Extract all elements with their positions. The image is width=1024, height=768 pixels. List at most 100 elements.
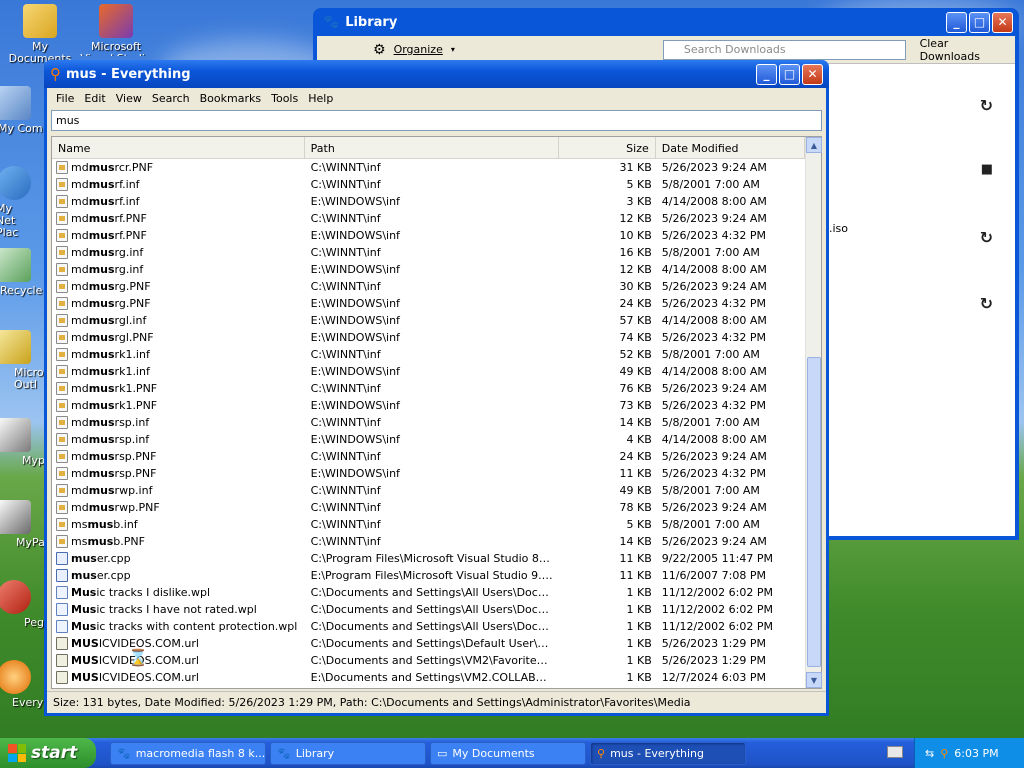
cell-path: E:\WINDOWS\inf xyxy=(310,195,400,208)
scroll-down-button[interactable]: ▼ xyxy=(806,672,822,688)
retry-icon[interactable]: ↻ xyxy=(980,228,993,247)
file-name-suffix: rf.inf xyxy=(114,178,140,191)
table-row[interactable]: mdmusrf.PNF E:\WINDOWS\inf 10 KB 5/26/2023 … xyxy=(52,227,805,244)
table-row[interactable]: mdmusrsp.inf C:\WINNT\inf 14 KB 5/8/2001 7:… xyxy=(52,414,805,431)
menu-tools[interactable]: Tools xyxy=(266,92,303,105)
table-row[interactable]: msmusb.inf C:\WINNT\inf 5 KB 5/8/2001 7:00 … xyxy=(52,516,805,533)
table-row[interactable]: muser.cpp C:\Program Files\Microsoft Visu… xyxy=(52,550,805,567)
table-row[interactable]: mdmusrgl.inf E:\WINDOWS\inf 57 KB 4/14/2008… xyxy=(52,312,805,329)
recycle-bin-icon xyxy=(0,248,31,282)
cell-path: C:\WINNT\inf xyxy=(310,535,381,548)
column-header-path[interactable]: Path xyxy=(305,137,560,158)
everything-titlebar[interactable]: ⚲ mus - Everything _ □ ✕ xyxy=(44,60,829,88)
table-row[interactable]: mdmusrsp.PNF C:\WINNT\inf 24 KB 5/26/2023 9… xyxy=(52,448,805,465)
cell-name: msmusb.inf xyxy=(52,518,305,531)
cell-path: C:\WINNT\inf xyxy=(310,382,381,395)
keyboard-icon[interactable] xyxy=(887,746,903,758)
everything-window[interactable]: ⚲ mus - Everything _ □ ✕ File Edit View … xyxy=(44,60,829,716)
file-name: mdmusrk1.PNF xyxy=(71,382,157,395)
table-row[interactable]: mdmusrk1.PNF E:\WINDOWS\inf 73 KB 5/26/2023… xyxy=(52,397,805,414)
table-row[interactable]: mdmusrk1.inf E:\WINDOWS\inf 49 KB 4/14/2008… xyxy=(52,363,805,380)
organize-button[interactable]: Organize xyxy=(394,43,443,56)
cell-name: mdmusrgl.PNF xyxy=(52,331,305,344)
column-header-name[interactable]: Name xyxy=(52,137,305,158)
table-row[interactable]: mdmusrgl.PNF E:\WINDOWS\inf 74 KB 5/26/2023… xyxy=(52,329,805,346)
table-row[interactable]: mdmusrk1.PNF C:\WINNT\inf 76 KB 5/26/2023 9… xyxy=(52,380,805,397)
column-header-date-modified[interactable]: Date Modified xyxy=(656,137,805,158)
file-name-match: MUS xyxy=(71,654,99,667)
file-name-prefix: md xyxy=(71,331,89,344)
table-row[interactable]: mdmusrf.inf C:\WINNT\inf 5 KB 5/8/2001 7:00… xyxy=(52,176,805,193)
menu-edit[interactable]: Edit xyxy=(79,92,110,105)
menu-search[interactable]: Search xyxy=(147,92,195,105)
clock[interactable]: 6:03 PM xyxy=(954,747,998,760)
table-row[interactable]: mdmusrk1.inf C:\WINNT\inf 52 KB 5/8/2001 7:… xyxy=(52,346,805,363)
file-name-match: mus xyxy=(71,569,97,582)
table-row[interactable]: mdmusrf.PNF C:\WINNT\inf 12 KB 5/26/2023 9:… xyxy=(52,210,805,227)
maximize-button[interactable]: □ xyxy=(969,11,990,33)
table-row[interactable]: mdmusrg.PNF E:\WINDOWS\inf 24 KB 5/26/2023 … xyxy=(52,295,805,312)
file-name-match: mus xyxy=(87,535,114,548)
close-button[interactable]: ✕ xyxy=(992,11,1013,33)
close-button[interactable]: ✕ xyxy=(802,63,823,85)
cell-date-modified: 11/12/2002 6:02 PM xyxy=(661,586,773,599)
taskbar-item-my-documents[interactable]: ▭ My Documents xyxy=(430,741,586,765)
scroll-thumb[interactable] xyxy=(807,357,821,667)
file-inf-icon xyxy=(56,348,68,361)
table-row[interactable]: mdmusrsp.PNF E:\WINDOWS\inf 11 KB 5/26/2023… xyxy=(52,465,805,482)
minimize-button[interactable]: _ xyxy=(756,63,777,85)
taskbar-item-flash[interactable]: 🐾 macromedia flash 8 k... xyxy=(110,741,266,765)
file-name-suffix: rwp.inf xyxy=(114,484,153,497)
library-titlebar[interactable]: 🐾 Library _ □ ✕ xyxy=(317,8,1015,36)
start-button[interactable]: start xyxy=(0,738,96,768)
table-row[interactable]: MUSICVIDEOS.COM.url E:\Documents and Sett… xyxy=(52,669,805,686)
minimize-button[interactable]: _ xyxy=(946,11,967,33)
table-row[interactable]: mdmusrg.inf C:\WINNT\inf 16 KB 5/8/2001 7:0… xyxy=(52,244,805,261)
library-search-input[interactable]: Search Downloads xyxy=(662,39,906,60)
cell-size: 78 KB xyxy=(619,501,652,514)
system-tray: ⇆ ⚲ 6:03 PM xyxy=(914,738,1024,768)
column-header-size[interactable]: Size xyxy=(559,137,656,158)
vertical-scrollbar[interactable]: ▲ ▼ xyxy=(805,137,822,688)
folder-icon[interactable]: ■ xyxy=(981,162,993,177)
clear-downloads-button[interactable]: Clear Downloads xyxy=(920,37,1009,63)
table-row[interactable]: mdmusrwp.inf C:\WINNT\inf 49 KB 5/8/2001 7:… xyxy=(52,482,805,499)
menu-view[interactable]: View xyxy=(111,92,147,105)
results-list[interactable]: Name Path Size Date Modified mdmusrcr.PN… xyxy=(51,136,822,689)
table-row[interactable]: msmusb.PNF C:\WINNT\inf 14 KB 5/26/2023 9:2… xyxy=(52,533,805,550)
cell-path: E:\WINDOWS\inf xyxy=(310,314,400,327)
file-inf-icon xyxy=(56,331,68,344)
search-input[interactable]: mus xyxy=(51,110,822,131)
retry-icon[interactable]: ↻ xyxy=(980,294,993,313)
file-name-match: mus xyxy=(71,552,97,565)
everything-tray-icon[interactable]: ⚲ xyxy=(940,747,948,760)
file-name-suffix: ic tracks with content protection.wpl xyxy=(96,620,298,633)
menu-file[interactable]: File xyxy=(51,92,79,105)
scroll-up-button[interactable]: ▲ xyxy=(806,137,822,153)
table-row[interactable]: MUSICVIDEOS.COM.url C:\Documents and Sett… xyxy=(52,652,805,669)
table-row[interactable]: Music tracks I dislike.wpl C:\Documents a… xyxy=(52,584,805,601)
cell-date-modified: 5/26/2023 9:24 AM xyxy=(661,161,767,174)
table-row[interactable]: mdmusrg.inf E:\WINDOWS\inf 12 KB 4/14/2008 … xyxy=(52,261,805,278)
table-row[interactable]: muser.cpp E:\Program Files\Microsoft Visu… xyxy=(52,567,805,584)
table-row[interactable]: mdmusrcr.PNF C:\WINNT\inf 31 KB 5/26/2023 9… xyxy=(52,159,805,176)
network-tray-icon[interactable]: ⇆ xyxy=(925,747,934,760)
library-title: Library xyxy=(345,14,398,30)
table-row[interactable]: mdmusrg.PNF C:\WINNT\inf 30 KB 5/26/2023 9:… xyxy=(52,278,805,295)
table-row[interactable]: Music tracks I have not rated.wpl C:\Docu… xyxy=(52,601,805,618)
taskbar-item-everything[interactable]: ⚲ mus - Everything xyxy=(590,741,746,765)
retry-icon[interactable]: ↻ xyxy=(980,96,993,115)
file-name: mdmusrsp.inf xyxy=(71,416,149,429)
desktop-icon-visual-studio[interactable]: Microsoft Visual Studio 2008 xyxy=(76,4,156,56)
taskbar-item-library[interactable]: 🐾 Library xyxy=(270,741,426,765)
menu-bookmarks[interactable]: Bookmarks xyxy=(195,92,266,105)
desktop-icon-my-documents[interactable]: My Documents xyxy=(0,4,80,65)
table-row[interactable]: mdmusrwp.PNF C:\WINNT\inf 78 KB 5/26/2023 9… xyxy=(52,499,805,516)
menu-help[interactable]: Help xyxy=(303,92,338,105)
table-row[interactable]: mdmusrsp.inf E:\WINDOWS\inf 4 KB 4/14/2008 … xyxy=(52,431,805,448)
table-row[interactable]: MUSICVIDEOS.COM.url C:\Documents and Sett… xyxy=(52,635,805,652)
table-row[interactable]: Music tracks with content protection.wpl… xyxy=(52,618,805,635)
cell-size: 1 KB xyxy=(626,671,652,684)
table-row[interactable]: mdmusrf.inf E:\WINDOWS\inf 3 KB 4/14/2008 8… xyxy=(52,193,805,210)
maximize-button[interactable]: □ xyxy=(779,63,800,85)
